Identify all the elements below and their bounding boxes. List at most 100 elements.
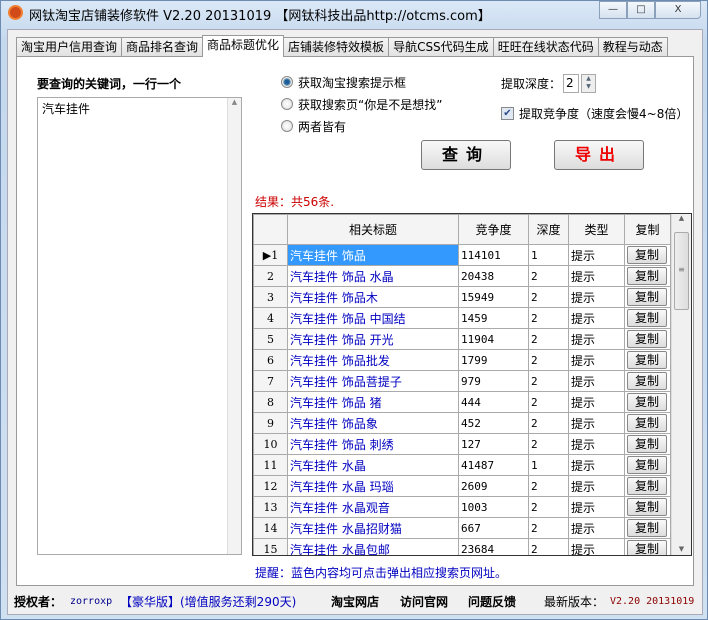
depth-cell: 2 [528,349,569,371]
tab-0[interactable]: 淘宝用户信用查询 [16,37,123,56]
competition-checkbox[interactable]: ✔ 提取竞争度（速度会慢4~8倍） [501,105,688,122]
copy-button[interactable]: 复制 [627,477,667,495]
link-official-site[interactable]: 访问官网 [400,590,448,614]
copy-button[interactable]: 复制 [627,288,667,306]
type-cell: 提示 [568,328,625,350]
title-link[interactable]: 汽车挂件 水晶观音 [287,496,459,518]
competition-checkbox-label: 提取竞争度（速度会慢4~8倍） [519,107,689,121]
title-link[interactable]: 汽车挂件 饰品 刺绣 [287,433,459,455]
table-row[interactable]: 12 汽车挂件 水晶 玛瑙 2609 2 提示 复制 [253,475,671,497]
depth-spinner[interactable]: ▲ ▼ [581,74,597,93]
title-link[interactable]: 汽车挂件 饰品菩提子 [287,370,459,392]
table-row[interactable]: 3 汽车挂件 饰品木 15949 2 提示 复制 [253,286,671,308]
depth-input[interactable]: 2 [563,74,580,93]
table-row[interactable]: 14 汽车挂件 水晶招财猫 667 2 提示 复制 [253,517,671,539]
table-row[interactable]: ▶1 汽车挂件 饰品 114101 1 提示 复制 [253,244,671,266]
copy-button[interactable]: 复制 [627,372,667,390]
copy-button[interactable]: 复制 [627,267,667,285]
depth-cell: 2 [528,496,569,518]
textarea-scrollbar[interactable]: ▲ [227,98,241,554]
competition-cell: 127 [458,433,529,455]
title-link[interactable]: 汽车挂件 饰品 水晶 [287,265,459,287]
copy-button[interactable]: 复制 [627,498,667,516]
title-link[interactable]: 汽车挂件 水晶 [287,454,459,476]
competition-cell: 444 [458,391,529,413]
copy-button[interactable]: 复制 [627,351,667,369]
competition-cell: 1003 [458,496,529,518]
table-row[interactable]: 15 汽车挂件 水晶包邮 23684 2 提示 复制 [253,538,671,555]
table-row[interactable]: 2 汽车挂件 饰品 水晶 20438 2 提示 复制 [253,265,671,287]
depth-cell: 2 [528,391,569,413]
copy-button[interactable]: 复制 [627,414,667,432]
row-number-text: 4 [267,311,274,325]
tab-4[interactable]: 导航CSS代码生成 [388,37,494,56]
competition-cell: 452 [458,412,529,434]
export-button[interactable]: 导出 [554,140,644,170]
table-row[interactable]: 7 汽车挂件 饰品菩提子 979 2 提示 复制 [253,370,671,392]
col-header-competition[interactable]: 竞争度 [458,214,529,245]
scroll-thumb[interactable]: ≡ [674,232,689,310]
depth-cell: 2 [528,328,569,350]
copy-button[interactable]: 复制 [627,540,667,555]
table-row[interactable]: 9 汽车挂件 饰品象 452 2 提示 复制 [253,412,671,434]
copy-button[interactable]: 复制 [627,435,667,453]
title-link[interactable]: 汽车挂件 饰品 猪 [287,391,459,413]
title-link[interactable]: 汽车挂件 饰品木 [287,286,459,308]
type-cell: 提示 [568,412,625,434]
table-row[interactable]: 10 汽车挂件 饰品 刺绣 127 2 提示 复制 [253,433,671,455]
title-link[interactable]: 汽车挂件 水晶包邮 [287,538,459,555]
tab-3[interactable]: 店铺装修特效模板 [283,37,390,56]
table-row[interactable]: 13 汽车挂件 水晶观音 1003 2 提示 复制 [253,496,671,518]
row-number-text: 5 [267,332,274,346]
table-row[interactable]: 8 汽车挂件 饰品 猪 444 2 提示 复制 [253,391,671,413]
competition-cell: 979 [458,370,529,392]
type-cell: 提示 [568,496,625,518]
tab-6[interactable]: 教程与动态 [597,37,668,56]
grid-scrollbar[interactable]: ▲ ≡ ▼ [671,214,691,555]
tab-1[interactable]: 商品排名查询 [121,37,204,56]
table-row[interactable]: 4 汽车挂件 饰品 中国结 1459 2 提示 复制 [253,307,671,329]
copy-button[interactable]: 复制 [627,309,667,327]
keywords-textarea[interactable]: 汽车挂件 ▲ [37,97,242,555]
type-cell: 提示 [568,475,625,497]
title-link[interactable]: 汽车挂件 饰品 [287,244,459,266]
radio-option-0[interactable]: 获取淘宝搜索提示框 [281,71,442,93]
row-number: 10 [253,433,288,455]
col-header-type[interactable]: 类型 [568,214,625,245]
copy-button[interactable]: 复制 [627,456,667,474]
col-header-depth[interactable]: 深度 [528,214,569,245]
tab-panel-title-optimize: 要查询的关键词，一行一个 汽车挂件 ▲ 获取淘宝搜索提示框 获取搜索页“你是不是想找… [16,56,694,586]
depth-cell: 2 [528,475,569,497]
minimize-button[interactable]: — [599,1,627,19]
radio-option-1[interactable]: 获取搜索页“你是不是想找” [281,93,442,115]
table-row[interactable]: 11 汽车挂件 水晶 41487 1 提示 复制 [253,454,671,476]
tab-5[interactable]: 旺旺在线状态代码 [492,37,599,56]
col-header-title[interactable]: 相关标题 [287,214,459,245]
title-link[interactable]: 汽车挂件 水晶招财猫 [287,517,459,539]
type-cell: 提示 [568,391,625,413]
table-row[interactable]: 5 汽车挂件 饰品 开光 11904 2 提示 复制 [253,328,671,350]
table-row[interactable]: 6 汽车挂件 饰品批发 1799 2 提示 复制 [253,349,671,371]
query-button[interactable]: 查询 [421,140,511,170]
title-link[interactable]: 汽车挂件 饰品 开光 [287,328,459,350]
type-cell: 提示 [568,349,625,371]
scroll-down-icon[interactable]: ▼ [672,545,691,553]
title-link[interactable]: 汽车挂件 饰品 中国结 [287,307,459,329]
copy-button[interactable]: 复制 [627,393,667,411]
copy-button[interactable]: 复制 [627,330,667,348]
tab-2[interactable]: 商品标题优化 [202,35,285,57]
copy-button[interactable]: 复制 [627,519,667,537]
title-link[interactable]: 汽车挂件 饰品批发 [287,349,459,371]
title-link[interactable]: 汽车挂件 饰品象 [287,412,459,434]
link-feedback[interactable]: 问题反馈 [468,590,516,614]
type-cell: 提示 [568,307,625,329]
scroll-up-icon[interactable]: ▲ [672,214,691,222]
radio-option-2[interactable]: 两者皆有 [281,115,442,137]
title-link[interactable]: 汽车挂件 水晶 玛瑙 [287,475,459,497]
copy-button[interactable]: 复制 [627,246,667,264]
close-button[interactable]: X [655,1,701,19]
row-number: 9 [253,412,288,434]
maximize-button[interactable]: □ [627,1,655,19]
row-number: 4 [253,307,288,329]
link-taobao-shop[interactable]: 淘宝网店 [331,590,379,614]
